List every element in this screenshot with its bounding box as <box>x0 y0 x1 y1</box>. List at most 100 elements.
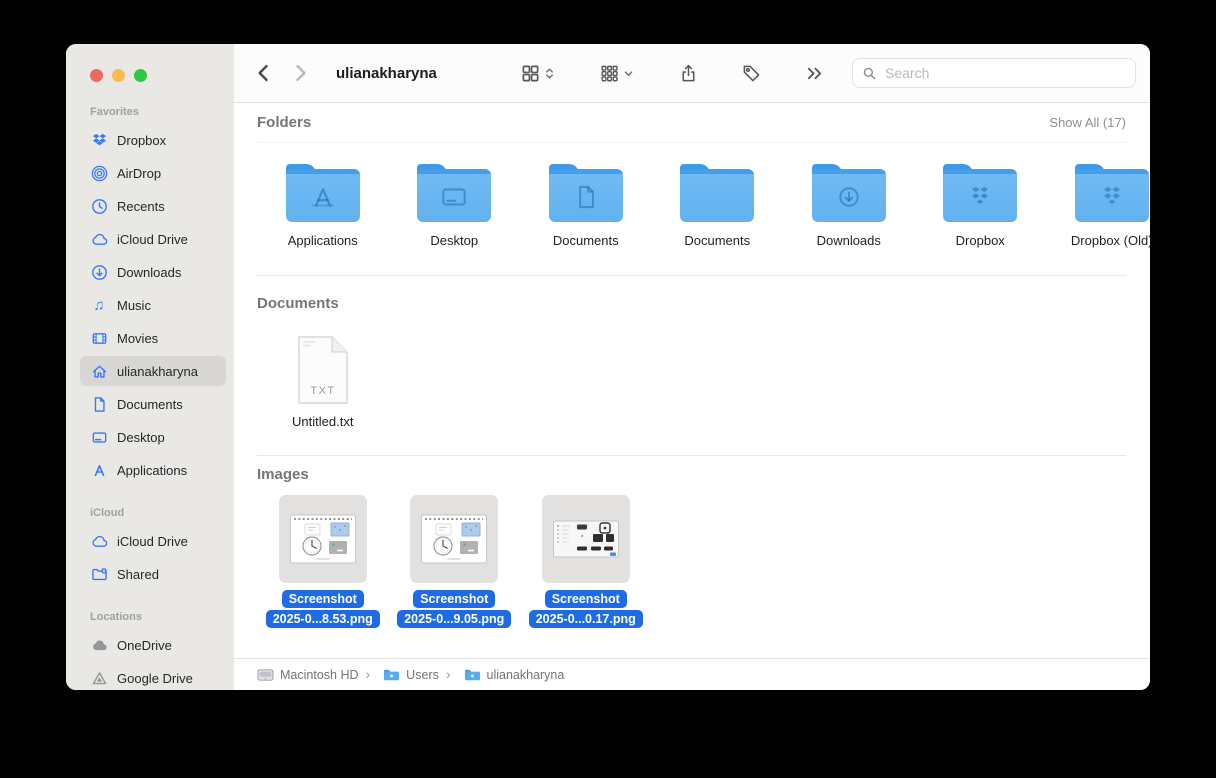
search-input[interactable] <box>883 64 1126 82</box>
image-filename-line2: 2025-0...0.17.png <box>529 610 643 628</box>
sidebar-item-label: ulianakharyna <box>117 364 198 379</box>
section-title: Images <box>257 466 309 483</box>
sidebar-item[interactable]: iCloud Drive <box>80 224 226 254</box>
chevron-down-icon[interactable] <box>622 67 635 80</box>
folder-item[interactable]: Applications <box>257 164 389 248</box>
sidebar-item-label: Music <box>117 298 151 313</box>
tags-button[interactable] <box>742 64 761 83</box>
sidebar-item[interactable]: Shared <box>80 559 226 589</box>
sidebar-item[interactable]: Movies <box>80 323 226 353</box>
sidebar-item[interactable]: Recents <box>80 191 226 221</box>
sidebar-item-label: Desktop <box>117 430 165 445</box>
search-field[interactable] <box>852 58 1136 88</box>
sidebar-item[interactable]: iCloud Drive <box>80 526 226 556</box>
screenshot-thumb-window-icon <box>289 513 357 565</box>
folder-item[interactable]: Dropbox <box>915 164 1047 248</box>
google-drive-icon <box>90 669 108 687</box>
movies-icon <box>90 329 108 347</box>
folder-item[interactable]: Documents <box>652 164 784 248</box>
folder-item-label: Documents <box>684 233 750 248</box>
svg-text:TXT: TXT <box>310 385 335 397</box>
sidebar-item[interactable]: Documents <box>80 389 226 419</box>
txt-file-icon: TXT <box>295 334 351 406</box>
file-browser-content: Folders Show All (17) Applications Deskt… <box>234 103 1150 658</box>
sidebar-item[interactable]: OneDrive <box>80 630 226 660</box>
dropbox-icon <box>90 131 108 149</box>
screenshot-thumb-panel-icon <box>552 513 620 565</box>
image-file-item[interactable]: Screenshot 2025-0...0.17.png <box>520 495 652 628</box>
document-icon <box>90 395 108 413</box>
folder-icon <box>1075 164 1149 222</box>
folder-item[interactable]: Downloads <box>783 164 915 248</box>
image-filename-line1: Screenshot <box>413 590 495 608</box>
downloads-icon <box>90 263 108 281</box>
group-by-control[interactable] <box>600 64 635 83</box>
airdrop-icon <box>90 164 108 182</box>
sidebar-favorites-list: Dropbox AirDrop Recents iCloud Drive Dow… <box>66 125 234 485</box>
sidebar: Favorites Dropbox AirDrop Recents iCloud… <box>66 44 234 690</box>
view-switcher[interactable] <box>521 64 556 83</box>
back-button[interactable] <box>254 63 274 83</box>
sidebar-item[interactable]: Dropbox <box>80 125 226 155</box>
breadcrumb-item[interactable]: Users <box>359 666 439 683</box>
double-chevron-right-icon[interactable] <box>805 64 824 83</box>
image-thumbnail <box>410 495 498 583</box>
folder-glyph-icon <box>680 172 754 222</box>
sidebar-section-favorites: Favorites Dropbox AirDrop Recents iCloud… <box>66 106 234 485</box>
shared-folder-icon <box>90 565 108 583</box>
sidebar-item-label: Recents <box>117 199 165 214</box>
folder-item-label: Dropbox (Old) <box>1071 233 1150 248</box>
folder-icon <box>549 164 623 222</box>
images-section-header: Images <box>257 466 1126 483</box>
chevrons-up-down-icon[interactable] <box>543 67 556 80</box>
documents-section: Documents TXT Untitled.txt <box>257 276 1126 456</box>
screenshot-thumb-window-icon <box>420 513 488 565</box>
folder-item[interactable]: Documents <box>520 164 652 248</box>
sidebar-item[interactable]: Desktop <box>80 422 226 452</box>
onedrive-icon <box>90 636 108 654</box>
home-icon <box>90 362 108 380</box>
folder-icon <box>943 164 1017 222</box>
image-filename-label: Screenshot 2025-0...0.17.png <box>529 590 643 628</box>
image-file-item[interactable]: Screenshot 2025-0...8.53.png <box>257 495 389 628</box>
sidebar-item[interactable]: Google Drive <box>80 663 226 690</box>
share-icon[interactable] <box>679 64 698 83</box>
minimize-button[interactable] <box>112 69 125 82</box>
folder-item[interactable]: Dropbox (Old) <box>1046 164 1150 248</box>
documents-grid: TXT Untitled.txt <box>257 318 1126 429</box>
breadcrumb-label: ulianakharyna <box>487 668 565 682</box>
toolbar-overflow-button[interactable] <box>805 64 824 83</box>
sidebar-icloud-list: iCloud Drive Shared <box>66 526 234 589</box>
breadcrumb-item[interactable]: Macintosh HD <box>257 668 359 682</box>
sidebar-item[interactable]: AirDrop <box>80 158 226 188</box>
folder-item-label: Documents <box>553 233 619 248</box>
sidebar-item[interactable]: ♫ Music <box>80 290 226 320</box>
folders-grid: Applications Desktop Documents Documents… <box>257 143 1126 275</box>
close-button[interactable] <box>90 69 103 82</box>
document-file-label: Untitled.txt <box>292 414 353 429</box>
folders-section: Folders Show All (17) Applications Deskt… <box>257 103 1126 276</box>
sidebar-item[interactable]: Downloads <box>80 257 226 287</box>
tag-icon[interactable] <box>742 64 761 83</box>
sidebar-item[interactable]: Applications <box>80 455 226 485</box>
icloud-drive-icon <box>90 532 108 550</box>
breadcrumb-item[interactable]: ulianakharyna <box>439 666 565 683</box>
main-area: ulianakharyna <box>234 44 1150 690</box>
document-file-item[interactable]: TXT Untitled.txt <box>257 334 389 429</box>
window-controls <box>90 69 147 82</box>
sidebar-item[interactable]: ulianakharyna <box>80 356 226 386</box>
sidebar-locations-list: OneDrive Google Drive <box>66 630 234 690</box>
desktop-icon <box>90 428 108 446</box>
share-button[interactable] <box>679 64 698 83</box>
grid-view-icon[interactable] <box>521 64 540 83</box>
sidebar-item-label: Google Drive <box>117 671 193 686</box>
folder-item[interactable]: Desktop <box>389 164 521 248</box>
zoom-button[interactable] <box>134 69 147 82</box>
group-by-icon[interactable] <box>600 64 619 83</box>
image-thumbnail <box>542 495 630 583</box>
image-file-item[interactable]: Screenshot 2025-0...9.05.png <box>389 495 521 628</box>
show-all-link[interactable]: Show All (17) <box>1049 115 1126 130</box>
drive-icon <box>257 668 274 682</box>
image-filename-line2: 2025-0...8.53.png <box>266 610 380 628</box>
forward-button[interactable] <box>290 63 310 83</box>
